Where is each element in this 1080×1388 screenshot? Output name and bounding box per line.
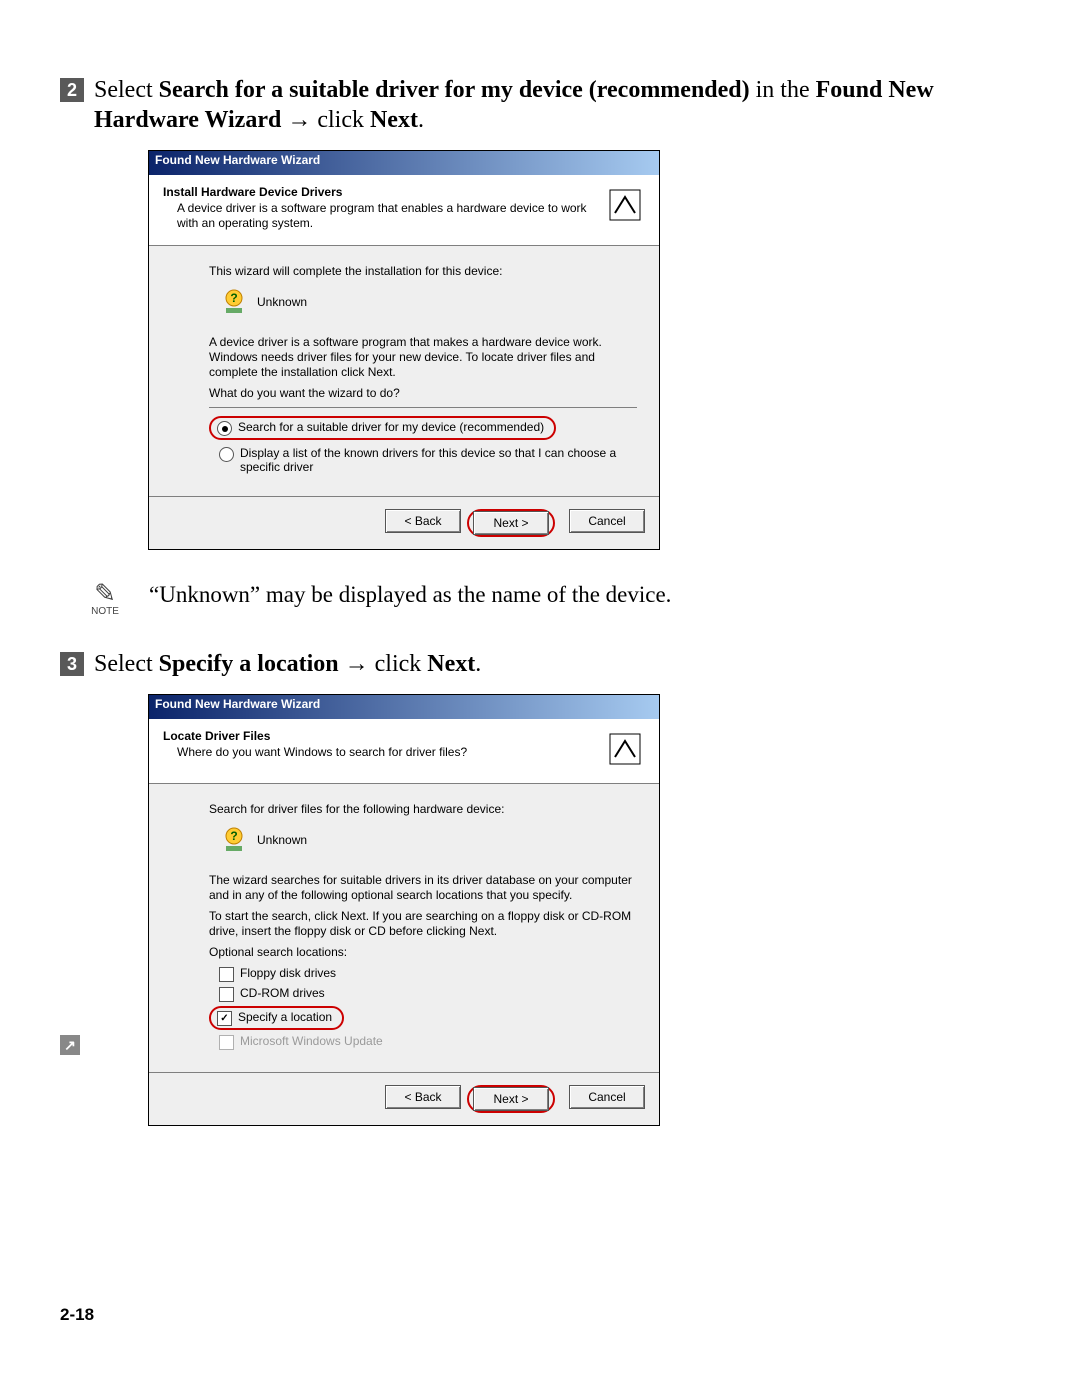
check-specify-location[interactable]	[217, 1011, 232, 1026]
dialog1-prompt: What do you want the wizard to do?	[209, 386, 637, 401]
radio-display-list[interactable]	[219, 447, 234, 462]
note-label: NOTE	[85, 606, 125, 617]
highlight-oval-next1: Next >	[467, 509, 555, 537]
wizard-dialog-locate-files: Found New Hardware Wizard Locate Driver …	[148, 694, 660, 1126]
dialog1-line2: A device driver is a software program th…	[209, 335, 637, 380]
cancel-button[interactable]: Cancel	[569, 509, 645, 533]
next-button[interactable]: Next >	[473, 511, 549, 535]
dialog1-subheading: A device driver is a software program th…	[177, 201, 597, 231]
hardware-icon	[605, 185, 645, 225]
check-windows-update	[219, 1035, 234, 1050]
dialog2-device-name: Unknown	[257, 833, 307, 847]
dialog1-line1: This wizard will complete the installati…	[209, 264, 637, 279]
unknown-device-icon: ?	[219, 287, 249, 317]
check-cdrom[interactable]	[219, 987, 234, 1002]
chk1-label: Floppy disk drives	[240, 966, 336, 980]
dialog1-heading: Install Hardware Device Drivers	[163, 185, 597, 199]
highlight-oval-specify: Specify a location	[209, 1006, 344, 1030]
dialog2-opt-label: Optional search locations:	[209, 945, 637, 960]
radio1-label: Search for a suitable driver for my devi…	[238, 420, 544, 434]
check-floppy[interactable]	[219, 967, 234, 982]
step-3-text: Select Specify a location → click Next.	[94, 649, 481, 679]
dialog2-subheading: Where do you want Windows to search for …	[177, 745, 597, 760]
step-3: 3 Select Specify a location → click Next…	[60, 649, 1020, 679]
back-button[interactable]: < Back	[385, 509, 461, 533]
dialog2-heading: Locate Driver Files	[163, 729, 597, 743]
note-text: “Unknown” may be displayed as the name o…	[149, 582, 671, 608]
unknown-device-icon: ?	[219, 825, 249, 855]
back-button[interactable]: < Back	[385, 1085, 461, 1109]
note-block: ✎ NOTE “Unknown” may be displayed as the…	[85, 580, 1020, 617]
page-number: 2-18	[60, 1305, 94, 1325]
hardware-icon	[605, 729, 645, 769]
chk4-label: Microsoft Windows Update	[240, 1034, 383, 1048]
step-2-badge: 2	[60, 78, 84, 102]
page-link-icon: ↗	[60, 1035, 80, 1055]
wizard-dialog-install-drivers: Found New Hardware Wizard Install Hardwa…	[148, 150, 660, 550]
highlight-oval-next2: Next >	[467, 1085, 555, 1113]
svg-text:?: ?	[230, 291, 237, 305]
dialog1-device-name: Unknown	[257, 295, 307, 309]
step-2-text: Select Search for a suitable driver for …	[94, 75, 1020, 135]
radio-search-suitable[interactable]	[217, 421, 232, 436]
chk3-label: Specify a location	[238, 1010, 332, 1024]
chk2-label: CD-ROM drives	[240, 986, 325, 1000]
dialog2-line2: The wizard searches for suitable drivers…	[209, 873, 637, 903]
cancel-button[interactable]: Cancel	[569, 1085, 645, 1109]
step-3-badge: 3	[60, 652, 84, 676]
radio2-label: Display a list of the known drivers for …	[240, 446, 637, 474]
dialog2-line3: To start the search, click Next. If you …	[209, 909, 637, 939]
dialog2-title: Found New Hardware Wizard	[149, 695, 659, 719]
dialog2-line1: Search for driver files for the followin…	[209, 802, 637, 817]
svg-text:?: ?	[230, 829, 237, 843]
step-2: 2 Select Search for a suitable driver fo…	[60, 75, 1020, 135]
highlight-oval-radio1: Search for a suitable driver for my devi…	[209, 416, 556, 440]
note-icon: ✎	[85, 580, 125, 606]
next-button[interactable]: Next >	[473, 1087, 549, 1111]
dialog-title: Found New Hardware Wizard	[149, 151, 659, 175]
